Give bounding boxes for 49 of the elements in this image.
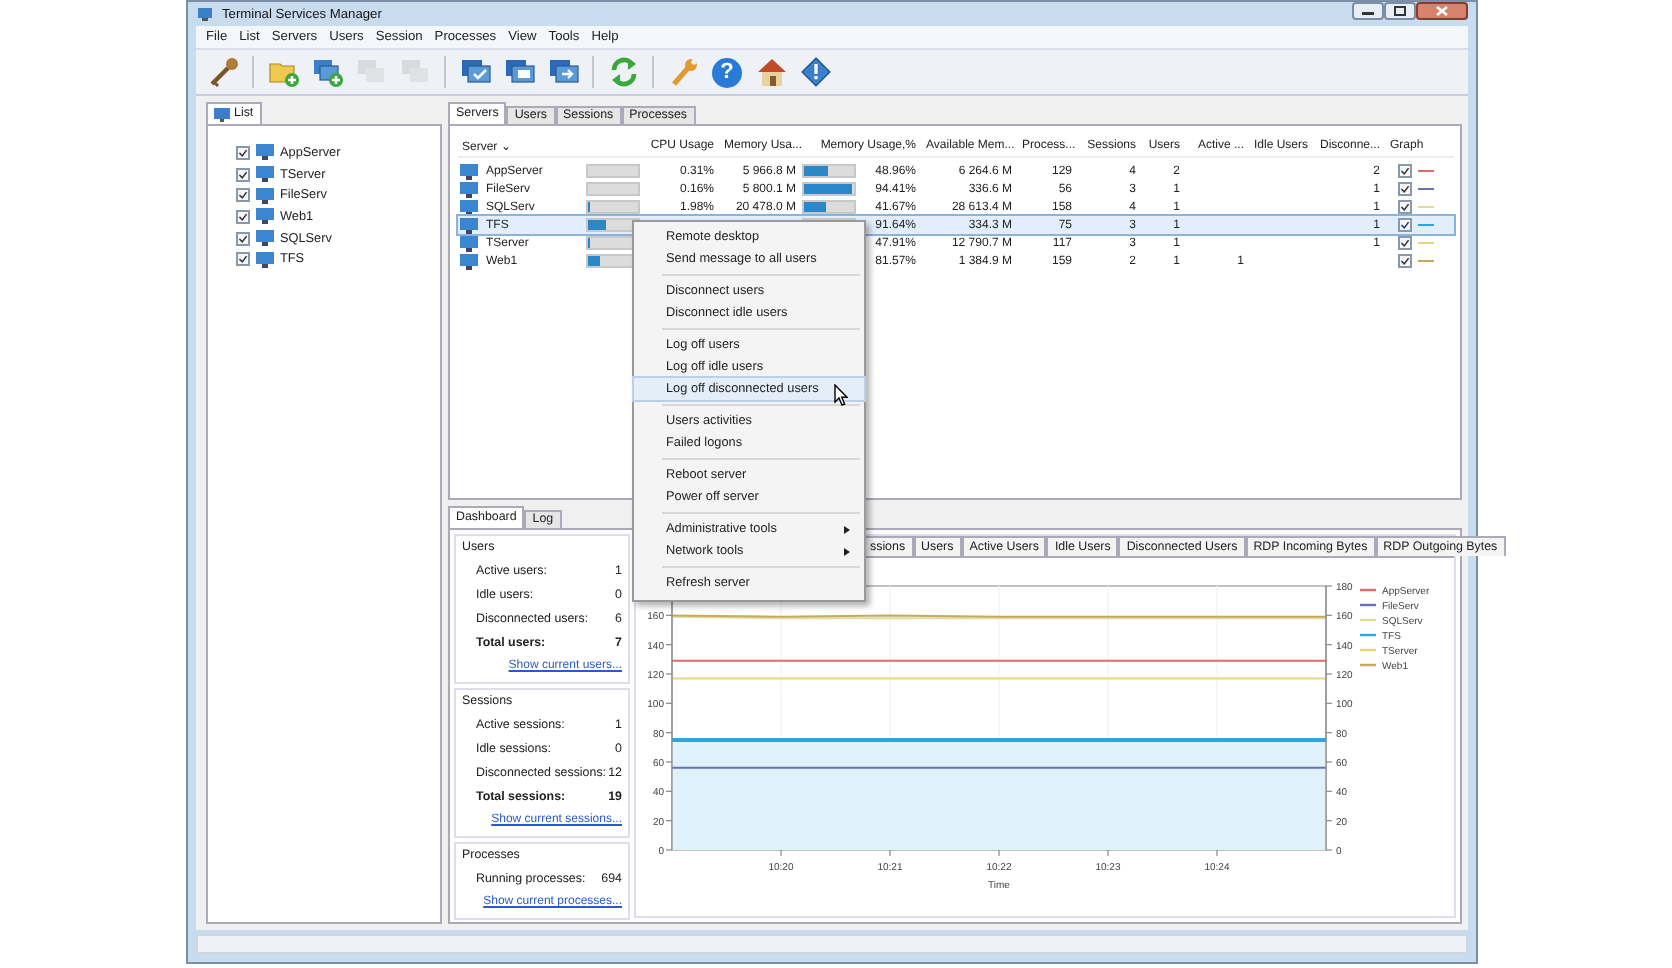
legend-line: [1360, 618, 1376, 622]
checkbox[interactable]: [236, 252, 250, 267]
monitor-icon: [214, 107, 230, 121]
computer-icon: [399, 56, 431, 88]
close-icon[interactable]: [1416, 2, 1468, 20]
monitor-icon: [256, 230, 274, 247]
monitor-icon: [256, 208, 274, 225]
computer-icon: [355, 56, 387, 88]
checkbox[interactable]: [1398, 164, 1412, 178]
checkbox[interactable]: [1398, 182, 1412, 196]
monitor-icon: [459, 56, 491, 88]
checkbox[interactable]: [236, 231, 250, 246]
checkbox[interactable]: [236, 167, 250, 182]
checkbox[interactable]: [236, 145, 250, 160]
submenu-arrow-icon: [844, 525, 850, 533]
cpu-bar: [586, 182, 640, 196]
checkbox[interactable]: [236, 209, 250, 224]
monitor-icon: [547, 56, 579, 88]
memory-bar: [802, 200, 856, 214]
monitor-icon: [256, 251, 274, 268]
monitor-icon: [256, 187, 274, 204]
cpu-bar: [586, 200, 640, 214]
monitor-icon: [256, 166, 274, 183]
checkbox[interactable]: [1398, 236, 1412, 250]
key-icon: [207, 56, 239, 88]
pointer-icon: [834, 384, 848, 406]
computer-add-icon: [311, 56, 343, 88]
house-icon: [755, 56, 787, 88]
cpu-bar: [586, 164, 640, 178]
legend-line: [1360, 633, 1376, 637]
checkbox[interactable]: [236, 188, 250, 203]
monitor-icon: [256, 144, 274, 161]
legend-line: [1360, 663, 1376, 667]
minimize-icon[interactable]: [1352, 2, 1384, 20]
app-icon: [198, 6, 214, 22]
checkbox[interactable]: [1398, 254, 1412, 268]
monitor-icon: [503, 56, 535, 88]
legend-line: [1360, 588, 1376, 592]
legend-line: [1360, 603, 1376, 607]
submenu-arrow-icon: [844, 547, 850, 555]
memory-bar: [802, 182, 856, 196]
checkbox[interactable]: [1398, 200, 1412, 214]
legend-line: [1360, 648, 1376, 652]
info-icon: [799, 56, 831, 88]
refresh-icon: [607, 56, 639, 88]
checkbox[interactable]: [1398, 218, 1412, 232]
maximize-icon[interactable]: [1384, 2, 1416, 20]
wrench-icon: [667, 56, 699, 88]
memory-bar: [802, 164, 856, 178]
